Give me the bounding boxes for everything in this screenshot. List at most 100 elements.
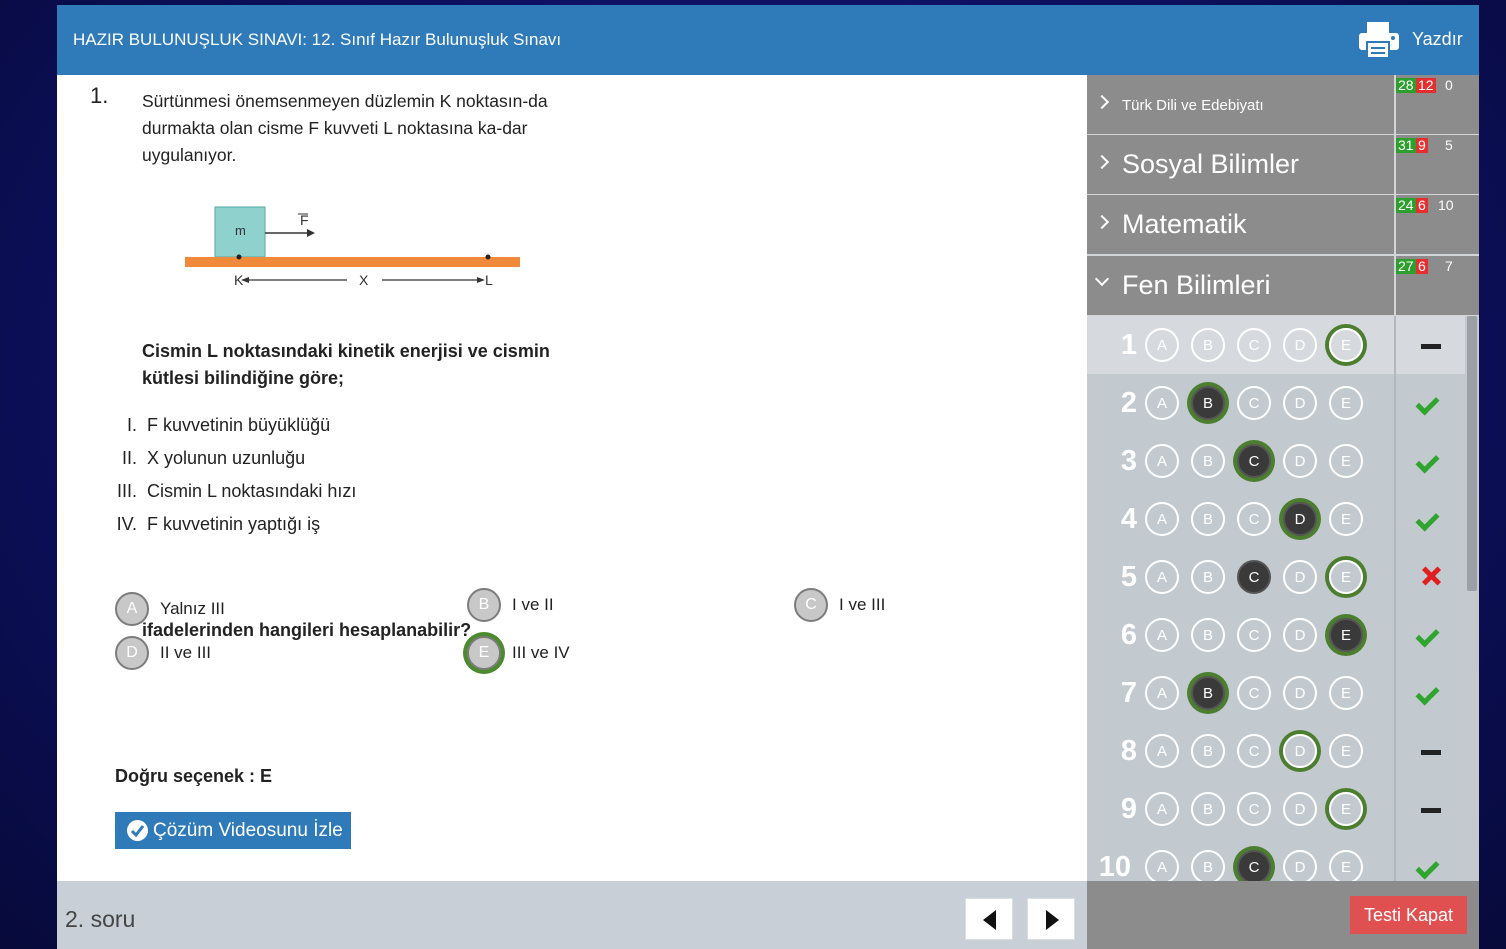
answer-bubble-c[interactable]: C [1237, 792, 1271, 826]
subject-header[interactable]: Matematik [1087, 195, 1394, 254]
option-bubble[interactable]: B [467, 588, 501, 622]
question-number: 1. [90, 83, 109, 108]
answer-bubble-c[interactable]: C [1237, 734, 1271, 768]
answer-bubble-b[interactable]: B [1191, 618, 1225, 652]
answer-bubble-a[interactable]: A [1145, 850, 1179, 881]
answer-row-number: 3 [1120, 445, 1137, 477]
prev-button[interactable] [965, 898, 1013, 940]
answer-bubble-c[interactable]: C [1237, 560, 1271, 594]
answer-bubble-b[interactable]: B [1191, 502, 1225, 536]
check-icon [1417, 451, 1447, 471]
answer-bubble-e[interactable]: E [1329, 502, 1363, 536]
answer-bubble-a[interactable]: A [1145, 328, 1179, 362]
subject-header[interactable]: Sosyal Bilimler [1087, 135, 1394, 194]
answer-bubble-b[interactable]: B [1191, 444, 1225, 478]
answer-bubble-a[interactable]: A [1145, 386, 1179, 420]
answer-bubble-a[interactable]: A [1145, 792, 1179, 826]
answer-bubble-d[interactable]: D [1283, 850, 1317, 881]
answer-bubble-a[interactable]: A [1145, 734, 1179, 768]
wrong-count: 6 [1416, 197, 1428, 213]
option-bubble[interactable]: A [115, 592, 149, 626]
answer-bubble-d[interactable]: D [1283, 444, 1317, 478]
check-icon [1417, 509, 1447, 529]
subject-matematik[interactable]: Matematik 24 6 10 [1087, 195, 1479, 255]
row-divider [1394, 722, 1396, 780]
answer-bubble-c[interactable]: C [1237, 618, 1271, 652]
answer-row-number: 10 [1098, 851, 1131, 881]
answer-row-number: 5 [1120, 561, 1137, 593]
print-button[interactable]: Yazdır [1349, 5, 1479, 75]
answer-row: 1ABCDE [1087, 316, 1465, 374]
answer-row: 10 A B C D E [1087, 838, 1465, 881]
subject-header[interactable]: Fen Bilimleri [1087, 256, 1394, 315]
panel-scrollbar[interactable] [1465, 316, 1479, 881]
answer-bubble-c[interactable]: C [1237, 676, 1271, 710]
wrong-count: 12 [1416, 77, 1436, 93]
close-test-button[interactable]: Testi Kapat [1350, 896, 1467, 934]
answer-bubble-b[interactable]: B [1191, 560, 1225, 594]
answer-bubble-e[interactable]: E [1329, 444, 1363, 478]
answer-row-number: 1 [1120, 329, 1137, 361]
option-bubble-selected[interactable]: E [467, 636, 501, 670]
statement-roman: III. [116, 481, 137, 501]
subject-panel: Türk Dili ve Edebiyatı 28 12 0 Sosyal Bi… [1087, 75, 1479, 881]
answer-bubble-b[interactable]: B [1191, 850, 1225, 881]
answer-bubble-d[interactable]: D [1283, 792, 1317, 826]
answer-bubble-a[interactable]: A [1145, 618, 1179, 652]
answer-bubble-c[interactable]: C [1237, 444, 1271, 478]
answer-bubble-d[interactable]: D [1283, 618, 1317, 652]
print-label: Yazdır [1412, 29, 1463, 49]
subject-turk-dili[interactable]: Türk Dili ve Edebiyatı 28 12 0 [1087, 75, 1479, 135]
answer-bubble-c[interactable]: C [1237, 502, 1271, 536]
option-bubble[interactable]: C [794, 588, 828, 622]
subject-sosyal[interactable]: Sosyal Bilimler 31 9 5 [1087, 135, 1479, 195]
answer-row-number: 9 [1120, 793, 1137, 825]
answer-bubble-b[interactable]: B [1191, 328, 1225, 362]
answer-bubble-b[interactable]: B [1191, 676, 1225, 710]
answer-bubble-b[interactable]: B [1191, 386, 1225, 420]
answer-bubble-d[interactable]: D [1283, 328, 1317, 362]
answer-grid: 1ABCDE2ABCDE3ABCDE4ABCDE5ABCDE6ABCDE7ABC… [1087, 316, 1479, 881]
check-icon [1417, 625, 1447, 645]
answer-bubble-e[interactable]: E [1329, 618, 1363, 652]
answer-bubble-d[interactable]: D [1283, 502, 1317, 536]
answer-bubble-d[interactable]: D [1283, 734, 1317, 768]
option-bubble[interactable]: D [115, 636, 149, 670]
answer-bubble-e[interactable]: E [1329, 850, 1363, 881]
dash-icon [1417, 335, 1447, 355]
answer-bubble-e[interactable]: E [1329, 734, 1363, 768]
answer-bubble-a[interactable]: A [1145, 560, 1179, 594]
scroll-thumb[interactable] [1467, 316, 1477, 591]
answer-bubble-c[interactable]: C [1237, 850, 1271, 881]
header-bar: HAZIR BULUNUŞLUK SINAVI: 12. Sınıf Hazır… [57, 5, 1479, 75]
answer-bubble-e[interactable]: E [1329, 792, 1363, 826]
answer-bubble-a[interactable]: A [1145, 444, 1179, 478]
arrow-right-icon [1046, 910, 1059, 930]
answer-bubble-e[interactable]: E [1329, 560, 1363, 594]
answer-bubble-d[interactable]: D [1283, 560, 1317, 594]
option-text: Yalnız III [160, 599, 225, 618]
answer-bubble-b[interactable]: B [1191, 792, 1225, 826]
row-divider [1394, 316, 1396, 374]
answer-row-number: 8 [1120, 735, 1137, 767]
solution-video-button[interactable]: Çözüm Videosunu İzle [115, 812, 351, 849]
subject-fen[interactable]: Fen Bilimleri 27 6 7 [1087, 256, 1479, 316]
answer-bubble-d[interactable]: D [1283, 386, 1317, 420]
answer-bubble-e[interactable]: E [1329, 676, 1363, 710]
correct-count: 28 [1396, 77, 1416, 93]
answer-row-number: 4 [1120, 503, 1137, 535]
answer-bubble-e[interactable]: E [1329, 328, 1363, 362]
answer-bubble-c[interactable]: C [1237, 386, 1271, 420]
floor [185, 257, 520, 267]
row-divider [1394, 548, 1396, 606]
subject-name: Sosyal Bilimler [1122, 149, 1300, 179]
answer-bubble-a[interactable]: A [1145, 502, 1179, 536]
answer-bubble-b[interactable]: B [1191, 734, 1225, 768]
wrong-count: 9 [1416, 137, 1428, 153]
answer-bubble-a[interactable]: A [1145, 676, 1179, 710]
subject-header[interactable]: Türk Dili ve Edebiyatı [1087, 75, 1394, 134]
answer-bubble-d[interactable]: D [1283, 676, 1317, 710]
answer-bubble-e[interactable]: E [1329, 386, 1363, 420]
answer-bubble-c[interactable]: C [1237, 328, 1271, 362]
next-button[interactable] [1027, 898, 1075, 940]
